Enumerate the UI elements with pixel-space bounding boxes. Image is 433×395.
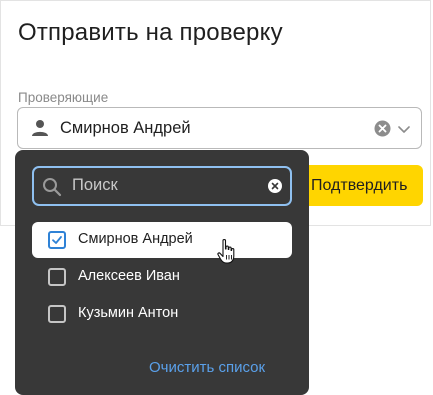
checkbox[interactable] [48,305,66,323]
clear-list-link[interactable]: Очистить список [149,359,265,376]
clear-icon[interactable] [374,120,391,137]
option-alekseev-ivan[interactable]: Алексеев Иван [32,259,292,295]
hand-cursor-icon [217,238,235,264]
option-label: Кузьмин Антон [78,305,179,321]
person-icon [32,120,48,136]
checkbox[interactable] [48,268,66,286]
option-label: Смирнов Андрей [78,231,193,247]
search-placeholder: Поиск [72,176,118,194]
reviewers-dropdown: Поиск Смирнов Андрей Алексеев Иван Кузьм… [15,150,309,395]
search-icon [43,178,62,197]
dialog-title: Отправить на проверку [18,19,283,46]
reviewers-field-label: Проверяющие [18,90,109,105]
confirm-button[interactable]: Подтвердить [299,165,423,206]
option-label: Алексеев Иван [78,268,180,284]
check-icon [52,236,62,244]
search-input[interactable]: Поиск [32,166,292,206]
option-kuzmin-anton[interactable]: Кузьмин Антон [32,296,292,332]
reviewers-select[interactable]: Смирнов Андрей [17,107,422,149]
chevron-down-icon[interactable] [396,121,412,137]
search-clear-icon[interactable] [268,179,282,193]
checkbox[interactable] [48,231,66,249]
selected-reviewer: Смирнов Андрей [60,119,191,137]
option-smirnov-andrey[interactable]: Смирнов Андрей [32,222,292,258]
